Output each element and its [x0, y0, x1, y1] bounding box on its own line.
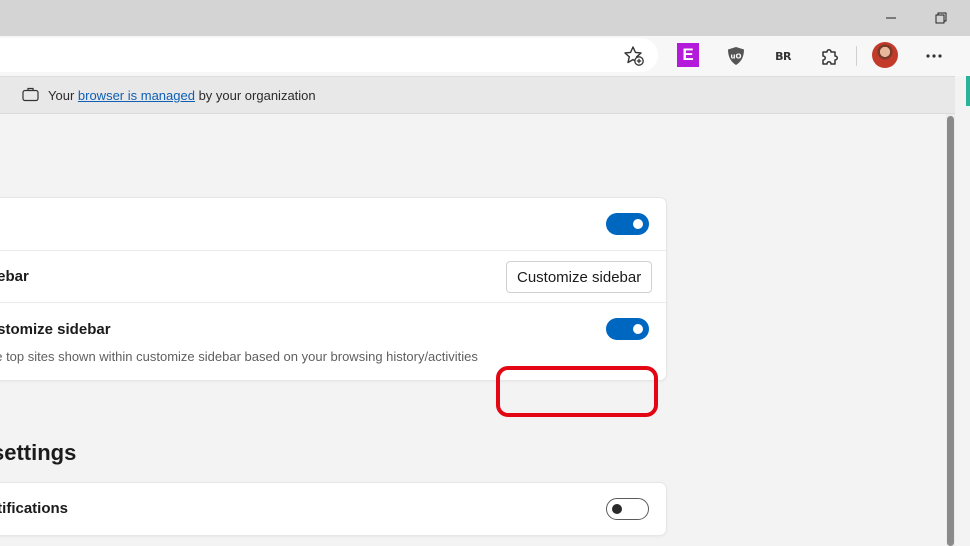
- more-icon[interactable]: [922, 44, 946, 68]
- extensions-puzzle-icon[interactable]: [818, 44, 842, 68]
- customize-sidebar-button[interactable]: Customize sidebar: [506, 261, 653, 293]
- profile-avatar[interactable]: [872, 42, 898, 68]
- notifications-card: otifications: [0, 483, 666, 535]
- managed-text: Your browser is managed by your organiza…: [48, 88, 316, 103]
- restore-button[interactable]: [918, 4, 964, 32]
- favorites-star-icon[interactable]: [622, 44, 646, 68]
- managed-prefix: Your: [48, 88, 78, 103]
- notifications-title: otifications: [0, 500, 69, 517]
- managed-suffix: by your organization: [194, 88, 316, 103]
- svg-text:uO: uO: [731, 53, 742, 61]
- ublock-shield-icon[interactable]: uO: [724, 44, 748, 68]
- e-extension-icon[interactable]: E: [677, 43, 699, 67]
- personalize-sidebar-toggle[interactable]: [606, 318, 649, 340]
- sidebar-settings-card: debar Customize sidebar ustomize sidebar…: [0, 198, 666, 380]
- section-title: settings: [0, 440, 77, 465]
- address-bar[interactable]: [0, 38, 658, 72]
- settings-content: debar Customize sidebar ustomize sidebar…: [0, 114, 946, 546]
- customize-row-title: debar: [0, 268, 29, 285]
- browser-managed-link[interactable]: browser is managed: [78, 88, 195, 103]
- scrollbar-thumb[interactable]: [947, 116, 954, 546]
- minimize-icon: [886, 17, 896, 19]
- sidebar-edge-strip: [966, 76, 970, 106]
- browser-toolbar: E uO BR: [0, 36, 970, 106]
- personalize-row-title: ustomize sidebar: [0, 321, 111, 338]
- toolbar-divider: [856, 46, 857, 66]
- personalize-row-description: he top sites shown within customize side…: [0, 349, 478, 364]
- managed-banner: Your browser is managed by your organiza…: [0, 76, 955, 114]
- notifications-toggle[interactable]: [606, 498, 649, 520]
- sidebar-toggle[interactable]: [606, 213, 649, 235]
- br-extension-icon[interactable]: BR: [771, 44, 795, 68]
- highlight-ring: [496, 366, 658, 417]
- sidebar-row-1: [0, 198, 666, 250]
- customize-sidebar-row: debar Customize sidebar: [0, 250, 666, 302]
- restore-icon: [935, 12, 947, 24]
- minimize-button[interactable]: [868, 4, 914, 32]
- title-bar: [0, 0, 970, 36]
- briefcase-icon: [22, 87, 39, 105]
